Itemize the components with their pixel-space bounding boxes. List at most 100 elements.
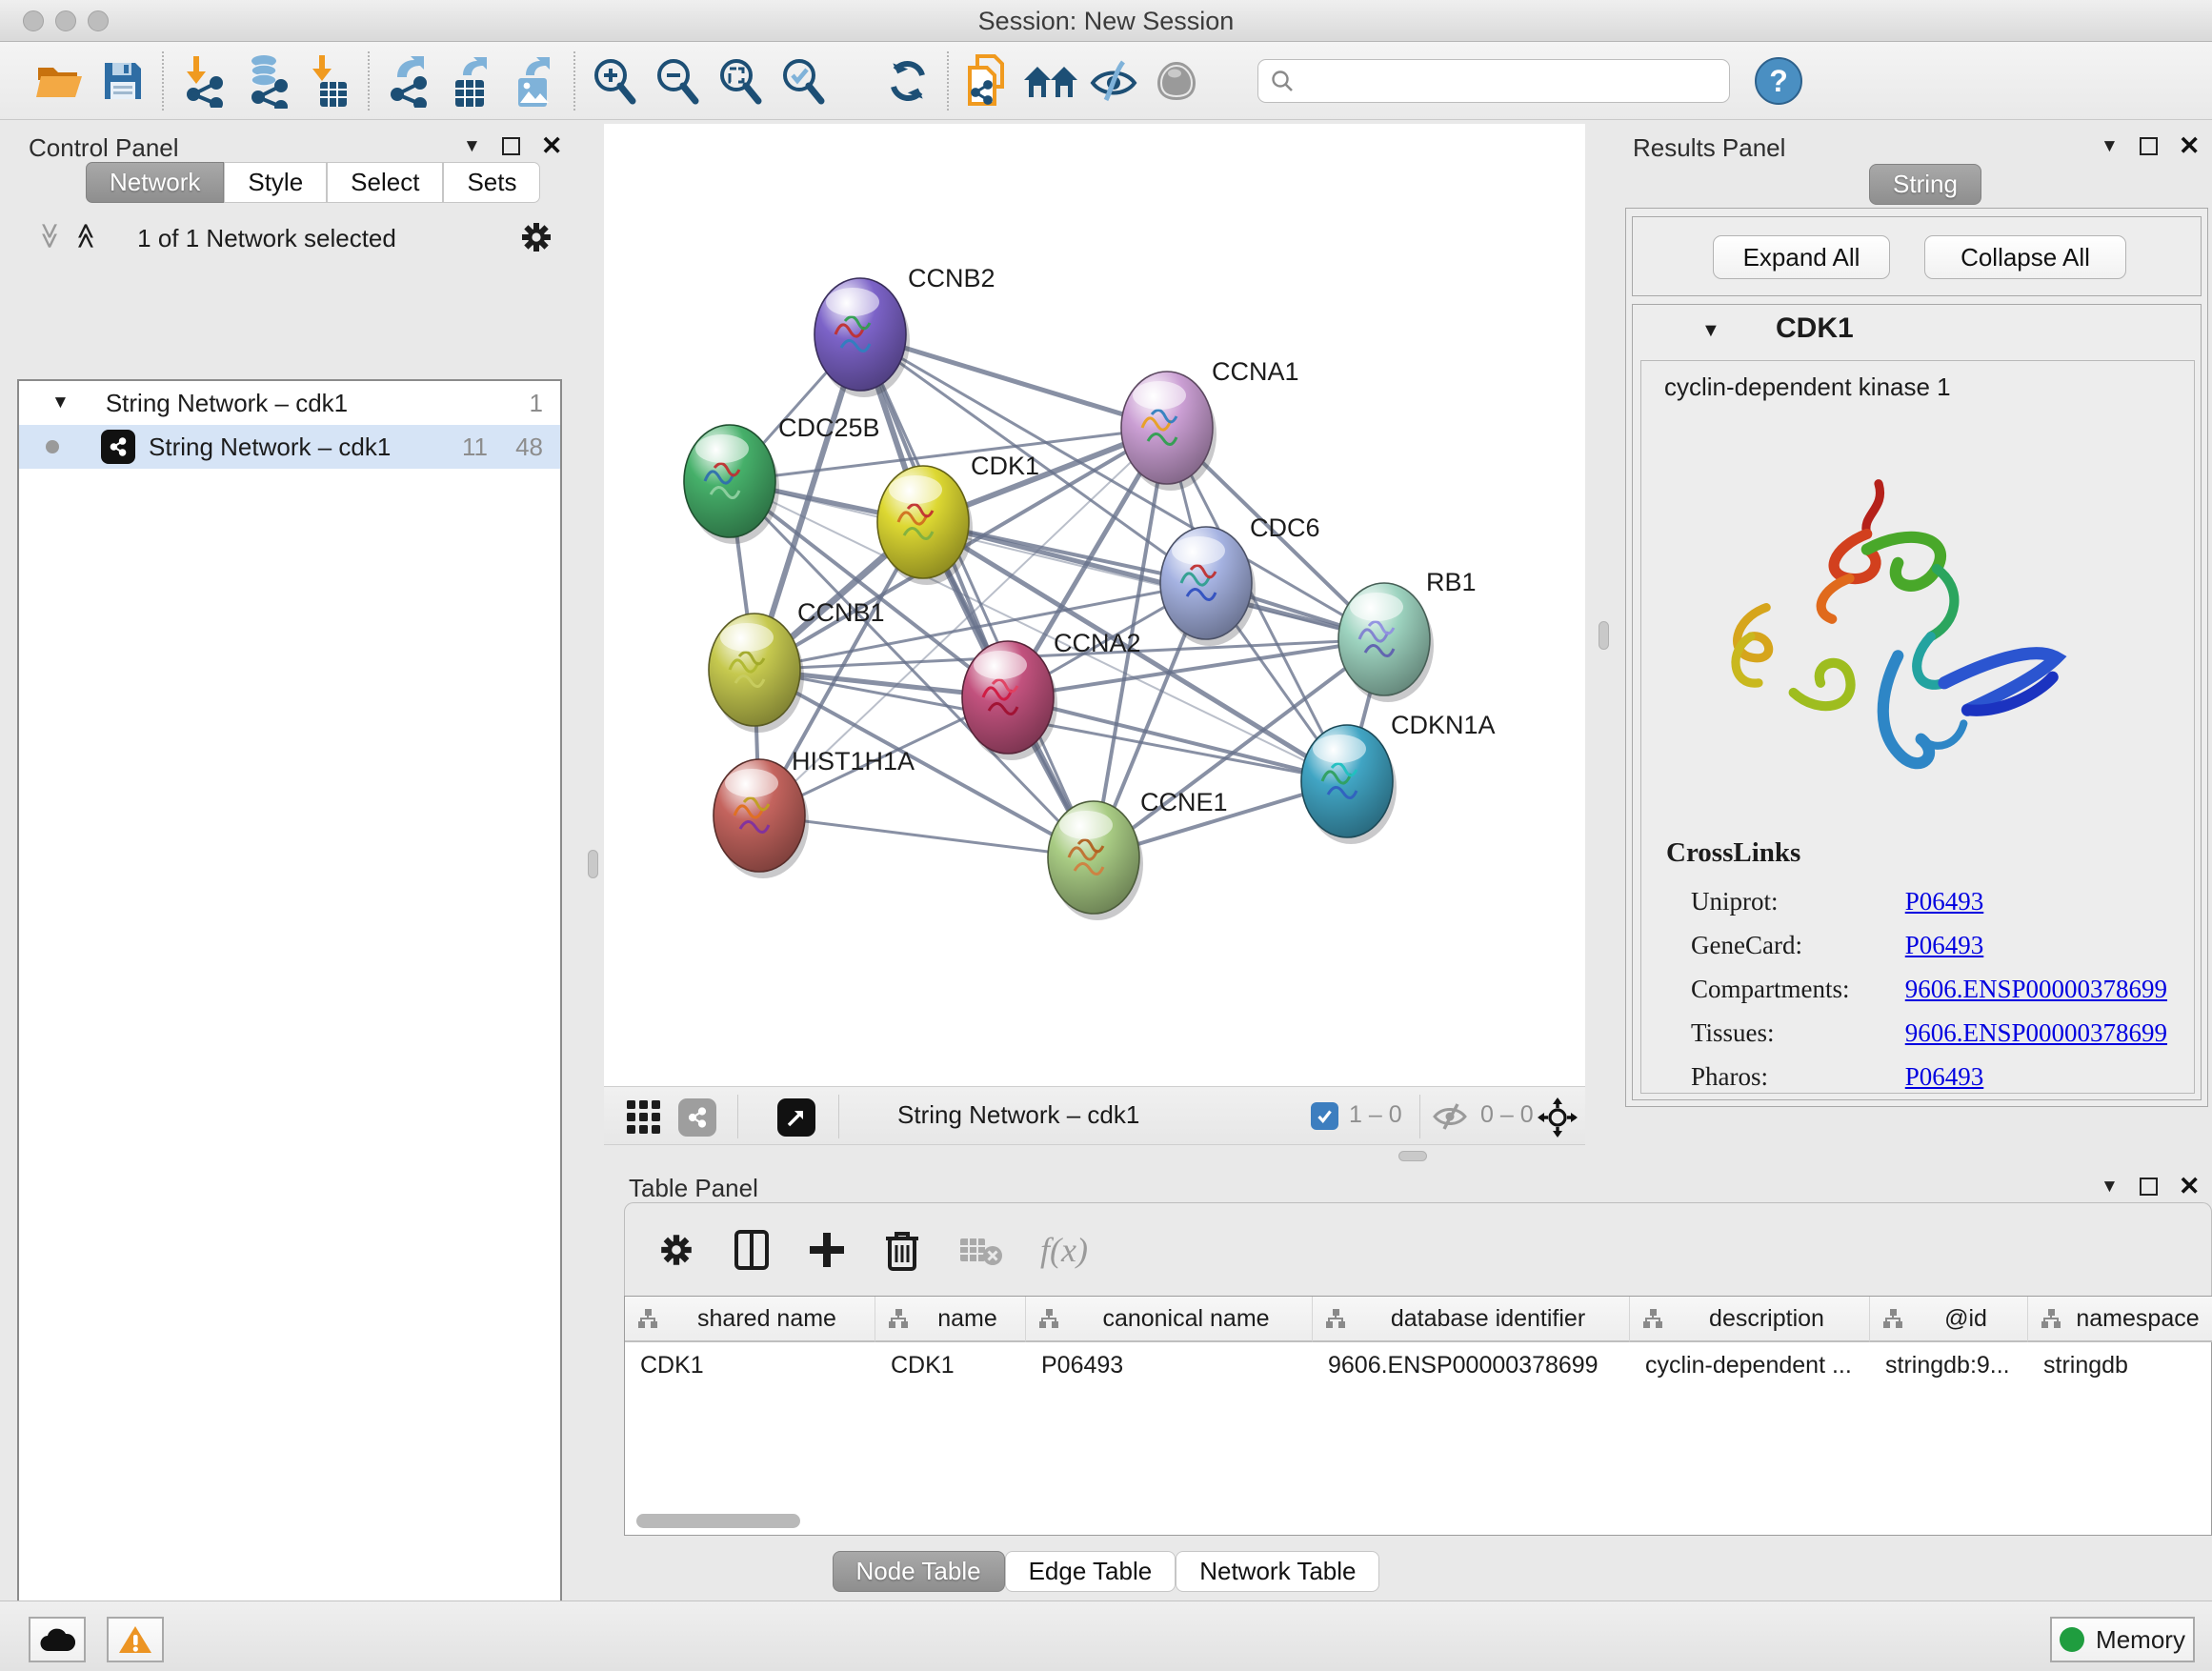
column-header[interactable]: database identifier	[1313, 1297, 1630, 1342]
network-node-CDKN1A[interactable]: CDKN1A	[1301, 711, 1496, 844]
help-button[interactable]: ?	[1747, 50, 1810, 112]
tab-network-table[interactable]: Network Table	[1176, 1551, 1379, 1592]
import-table-icon	[307, 53, 351, 109]
crosslinks-title: CrossLinks	[1666, 837, 1800, 869]
search-input[interactable]	[1304, 66, 1718, 95]
network-selection-bar: ≫ ≫ 1 of 1 Network selected	[0, 219, 596, 261]
gene-description: cyclin-dependent kinase 1	[1664, 372, 1951, 402]
export-network-button[interactable]	[377, 50, 440, 112]
left-splitter-handle[interactable]	[588, 850, 598, 878]
table-settings-gear-icon[interactable]	[657, 1231, 695, 1269]
show-columns-icon[interactable]	[734, 1229, 770, 1271]
add-column-icon[interactable]	[808, 1231, 846, 1269]
expand-all-button[interactable]: Expand All	[1713, 235, 1890, 279]
table-cell[interactable]: cyclin-dependent ...	[1630, 1344, 1870, 1386]
table-cell[interactable]: CDK1	[875, 1344, 1026, 1386]
network-canvas[interactable]: CCNB2CCNA1CDC25BCDK1CDC6RB1CCNB1CCNA2CDK…	[604, 124, 1585, 1086]
crosslink-link[interactable]: 9606.ENSP00000378699	[1905, 1018, 2167, 1047]
zoom-in-button[interactable]	[583, 50, 646, 112]
table-cell[interactable]: 9606.ENSP00000378699	[1313, 1344, 1630, 1386]
home-layout-button[interactable]	[1019, 50, 1082, 112]
column-header[interactable]: @id	[1870, 1297, 2028, 1342]
save-session-button[interactable]	[91, 50, 154, 112]
close-panel-icon[interactable]: ✕	[2179, 131, 2201, 161]
collapse-all-button[interactable]: Collapse All	[1924, 235, 2126, 279]
zoom-selected-button[interactable]	[772, 50, 835, 112]
grid-view-icon[interactable]	[625, 1098, 663, 1137]
warnings-button[interactable]	[107, 1617, 164, 1662]
tab-style[interactable]: Style	[224, 162, 327, 203]
cloud-status-button[interactable]	[29, 1617, 86, 1662]
duplicate-network-button[interactable]	[956, 50, 1019, 112]
zoom-out-button[interactable]	[646, 50, 709, 112]
export-image-icon	[511, 53, 558, 109]
column-header[interactable]: namespace	[2028, 1297, 2212, 1342]
network-edge[interactable]	[860, 334, 1094, 857]
column-header[interactable]: shared name	[625, 1297, 875, 1342]
export-table-button[interactable]	[440, 50, 503, 112]
network-options-gear-icon[interactable]	[518, 219, 554, 255]
table-cell[interactable]: P06493	[1026, 1344, 1313, 1386]
crosslink-link[interactable]: 9606.ENSP00000378699	[1905, 975, 2167, 1003]
import-network-file-button[interactable]	[171, 50, 234, 112]
results-panel-title: Results Panel	[1633, 133, 1785, 163]
string-view-icon[interactable]	[678, 1098, 716, 1137]
column-header[interactable]: description	[1630, 1297, 1870, 1342]
network-row-selected[interactable]: String Network – cdk1 11 48	[19, 425, 560, 469]
network-node-CDC25B[interactable]: CDC25B	[684, 413, 880, 544]
netbar-separator	[838, 1095, 839, 1138]
column-header[interactable]: canonical name	[1026, 1297, 1313, 1342]
import-network-database-button[interactable]	[234, 50, 297, 112]
memory-button[interactable]: Memory	[2050, 1617, 2195, 1662]
right-splitter-handle[interactable]	[1599, 621, 1609, 650]
network-node-CDC6[interactable]: CDC6	[1160, 513, 1320, 646]
table-panel-title: Table Panel	[629, 1174, 758, 1203]
column-header[interactable]: name	[875, 1297, 1026, 1342]
zoom-fit-button[interactable]	[709, 50, 772, 112]
float-panel-icon[interactable]	[2140, 137, 2158, 155]
network-node-CCNE1[interactable]: CCNE1	[1048, 788, 1228, 920]
fit-content-crosshair-icon[interactable]	[1538, 1097, 1578, 1137]
table-cell[interactable]: CDK1	[625, 1344, 875, 1386]
network-node-RB1[interactable]: RB1	[1338, 568, 1477, 702]
tab-select[interactable]: Select	[327, 162, 443, 203]
svg-text:RB1: RB1	[1426, 568, 1477, 596]
float-panel-icon[interactable]	[502, 137, 520, 155]
network-node-CCNB2[interactable]: CCNB2	[814, 264, 995, 397]
network-edge[interactable]	[759, 815, 1094, 857]
horizontal-splitter-handle[interactable]	[1398, 1151, 1427, 1161]
column-type-icon	[1324, 1307, 1347, 1330]
tree-expander-icon[interactable]: ▼	[51, 393, 70, 413]
section-expander-icon[interactable]: ▼	[1701, 320, 1720, 342]
tab-node-table[interactable]: Node Table	[833, 1551, 1005, 1592]
refresh-button[interactable]	[876, 50, 939, 112]
crosslink-link[interactable]: P06493	[1905, 931, 1984, 959]
tab-edge-table[interactable]: Edge Table	[1005, 1551, 1176, 1592]
tab-network[interactable]: Network	[86, 162, 224, 203]
network-node-HIST1H1A[interactable]: HIST1H1A	[714, 747, 915, 878]
tab-sets[interactable]: Sets	[443, 162, 540, 203]
crosslink-link[interactable]: P06493	[1905, 887, 1984, 916]
open-session-button[interactable]	[29, 50, 91, 112]
collapse-panel-icon[interactable]: ▼	[463, 136, 481, 157]
export-image-button[interactable]	[503, 50, 566, 112]
zoom-out-icon	[652, 55, 703, 107]
delete-column-icon[interactable]	[884, 1229, 920, 1271]
show-all-button[interactable]	[1145, 50, 1208, 112]
birds-eye-view-icon[interactable]	[777, 1098, 815, 1137]
float-panel-icon[interactable]	[2140, 1178, 2158, 1196]
crosslink-link[interactable]: P06493	[1905, 1062, 1984, 1091]
tab-string[interactable]: String	[1869, 164, 1981, 205]
collapse-panel-icon[interactable]: ▼	[2101, 1177, 2119, 1198]
import-table-file-button[interactable]	[297, 50, 360, 112]
network-collection-row[interactable]: ▼ String Network – cdk1 1	[19, 381, 560, 425]
table-horizontal-scrollbar[interactable]	[636, 1514, 800, 1528]
collapse-panel-icon[interactable]: ▼	[2101, 136, 2119, 157]
selected-checkbox-icon[interactable]	[1311, 1102, 1338, 1130]
table-cell[interactable]: stringdb:9...	[1870, 1344, 2028, 1386]
table-cell[interactable]: stringdb	[2028, 1344, 2212, 1386]
hide-selected-button[interactable]	[1082, 50, 1145, 112]
close-panel-icon[interactable]: ✕	[541, 131, 563, 161]
close-panel-icon[interactable]: ✕	[2179, 1172, 2201, 1201]
svg-text:CDC6: CDC6	[1250, 513, 1320, 542]
